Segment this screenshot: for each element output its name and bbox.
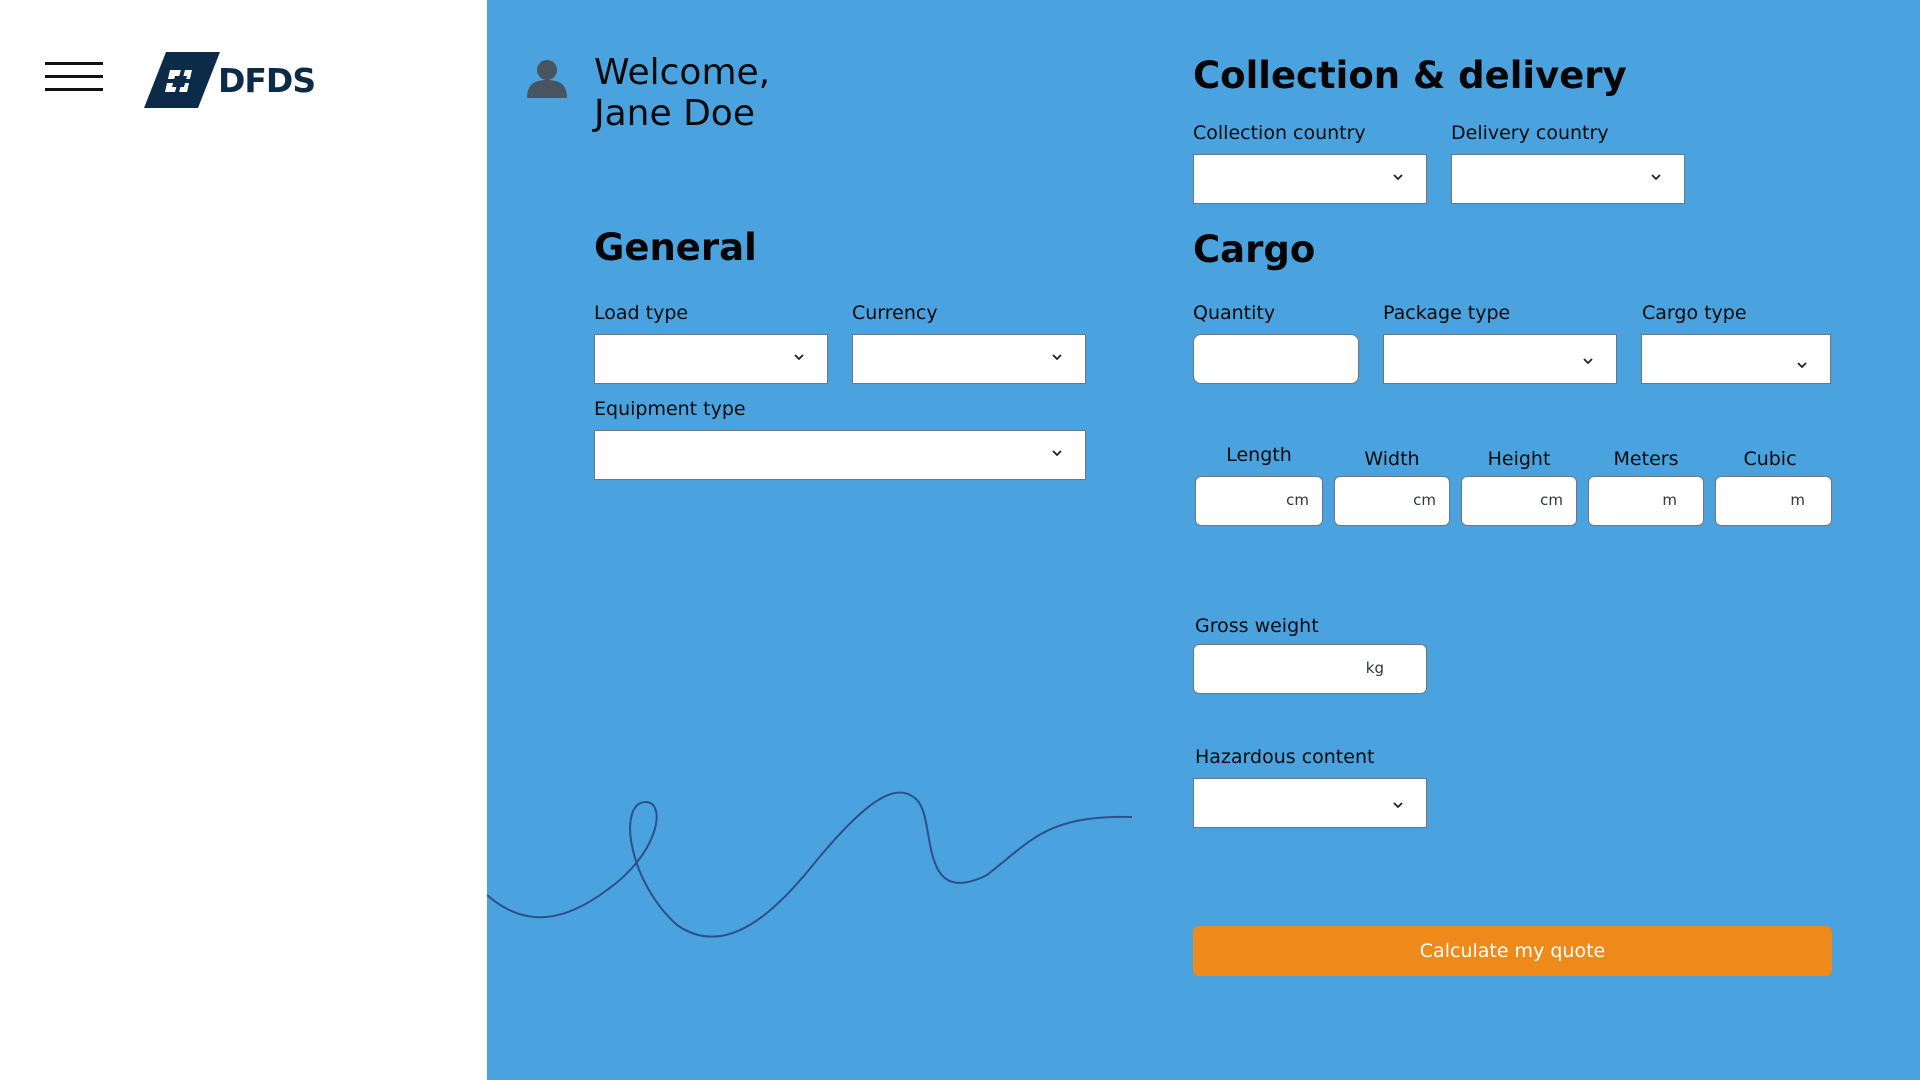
collection-delivery-heading: Collection & delivery (1193, 54, 1627, 97)
length-input[interactable]: cm (1195, 476, 1323, 526)
equipment-type-label: Equipment type (594, 398, 746, 420)
chevron-down-icon (1393, 174, 1403, 181)
height-label: Height (1487, 448, 1551, 470)
quantity-input[interactable] (1193, 334, 1359, 384)
meters-unit: m (1662, 491, 1677, 509)
hazardous-select[interactable] (1193, 778, 1427, 828)
width-unit: cm (1413, 491, 1436, 509)
chevron-down-icon (1651, 174, 1661, 181)
length-label: Length (1226, 444, 1292, 466)
logo-text: DFDS (218, 61, 316, 100)
width-input[interactable]: cm (1334, 476, 1450, 526)
cargo-type-label: Cargo type (1642, 302, 1747, 324)
decorative-line (487, 791, 1133, 938)
menu-icon[interactable] (45, 60, 103, 94)
gross-weight-unit: kg (1365, 659, 1384, 677)
main-panel: Welcome, Jane Doe General Load type Curr… (487, 0, 1920, 1080)
collection-country-label: Collection country (1193, 122, 1366, 144)
width-label: Width (1364, 448, 1420, 470)
currency-select[interactable] (852, 334, 1086, 384)
height-unit: cm (1540, 491, 1563, 509)
hazardous-label: Hazardous content (1195, 746, 1375, 768)
currency-label: Currency (852, 302, 938, 324)
cubic-label: Cubic (1743, 448, 1797, 470)
chevron-down-icon (1583, 358, 1593, 365)
load-type-label: Load type (594, 302, 689, 324)
load-type-select[interactable] (594, 334, 828, 384)
user-icon (527, 60, 567, 98)
gross-weight-label: Gross weight (1195, 615, 1319, 637)
equipment-type-select[interactable] (594, 430, 1086, 480)
dfds-logo[interactable]: DFDS (144, 52, 316, 108)
quantity-label: Quantity (1193, 302, 1276, 324)
chevron-down-icon (794, 354, 804, 361)
calculate-quote-button[interactable]: Calculate my quote (1193, 926, 1832, 976)
length-unit: cm (1286, 491, 1309, 509)
package-type-label: Package type (1383, 302, 1511, 324)
chevron-down-icon (1393, 802, 1403, 809)
gross-weight-input[interactable]: kg (1193, 644, 1427, 694)
chevron-down-icon (1052, 354, 1062, 361)
height-input[interactable]: cm (1461, 476, 1577, 526)
cargo-type-select[interactable] (1641, 334, 1831, 384)
collection-country-select[interactable] (1193, 154, 1427, 204)
cubic-unit: m (1790, 491, 1805, 509)
chevron-down-icon (1797, 362, 1807, 369)
sidebar: DFDS (0, 0, 487, 1080)
general-heading: General (594, 226, 757, 269)
user-name: Jane Doe (594, 93, 755, 134)
meters-label: Meters (1613, 448, 1679, 470)
cargo-heading: Cargo (1193, 228, 1316, 271)
welcome-greeting: Welcome, (594, 52, 771, 93)
delivery-country-select[interactable] (1451, 154, 1685, 204)
delivery-country-label: Delivery country (1451, 122, 1609, 144)
logo-mark-icon (144, 52, 220, 108)
welcome-message: Welcome, Jane Doe (594, 52, 770, 134)
meters-input[interactable]: m (1588, 476, 1704, 526)
chevron-down-icon (1052, 450, 1062, 457)
cubic-input[interactable]: m (1715, 476, 1832, 526)
package-type-select[interactable] (1383, 334, 1617, 384)
